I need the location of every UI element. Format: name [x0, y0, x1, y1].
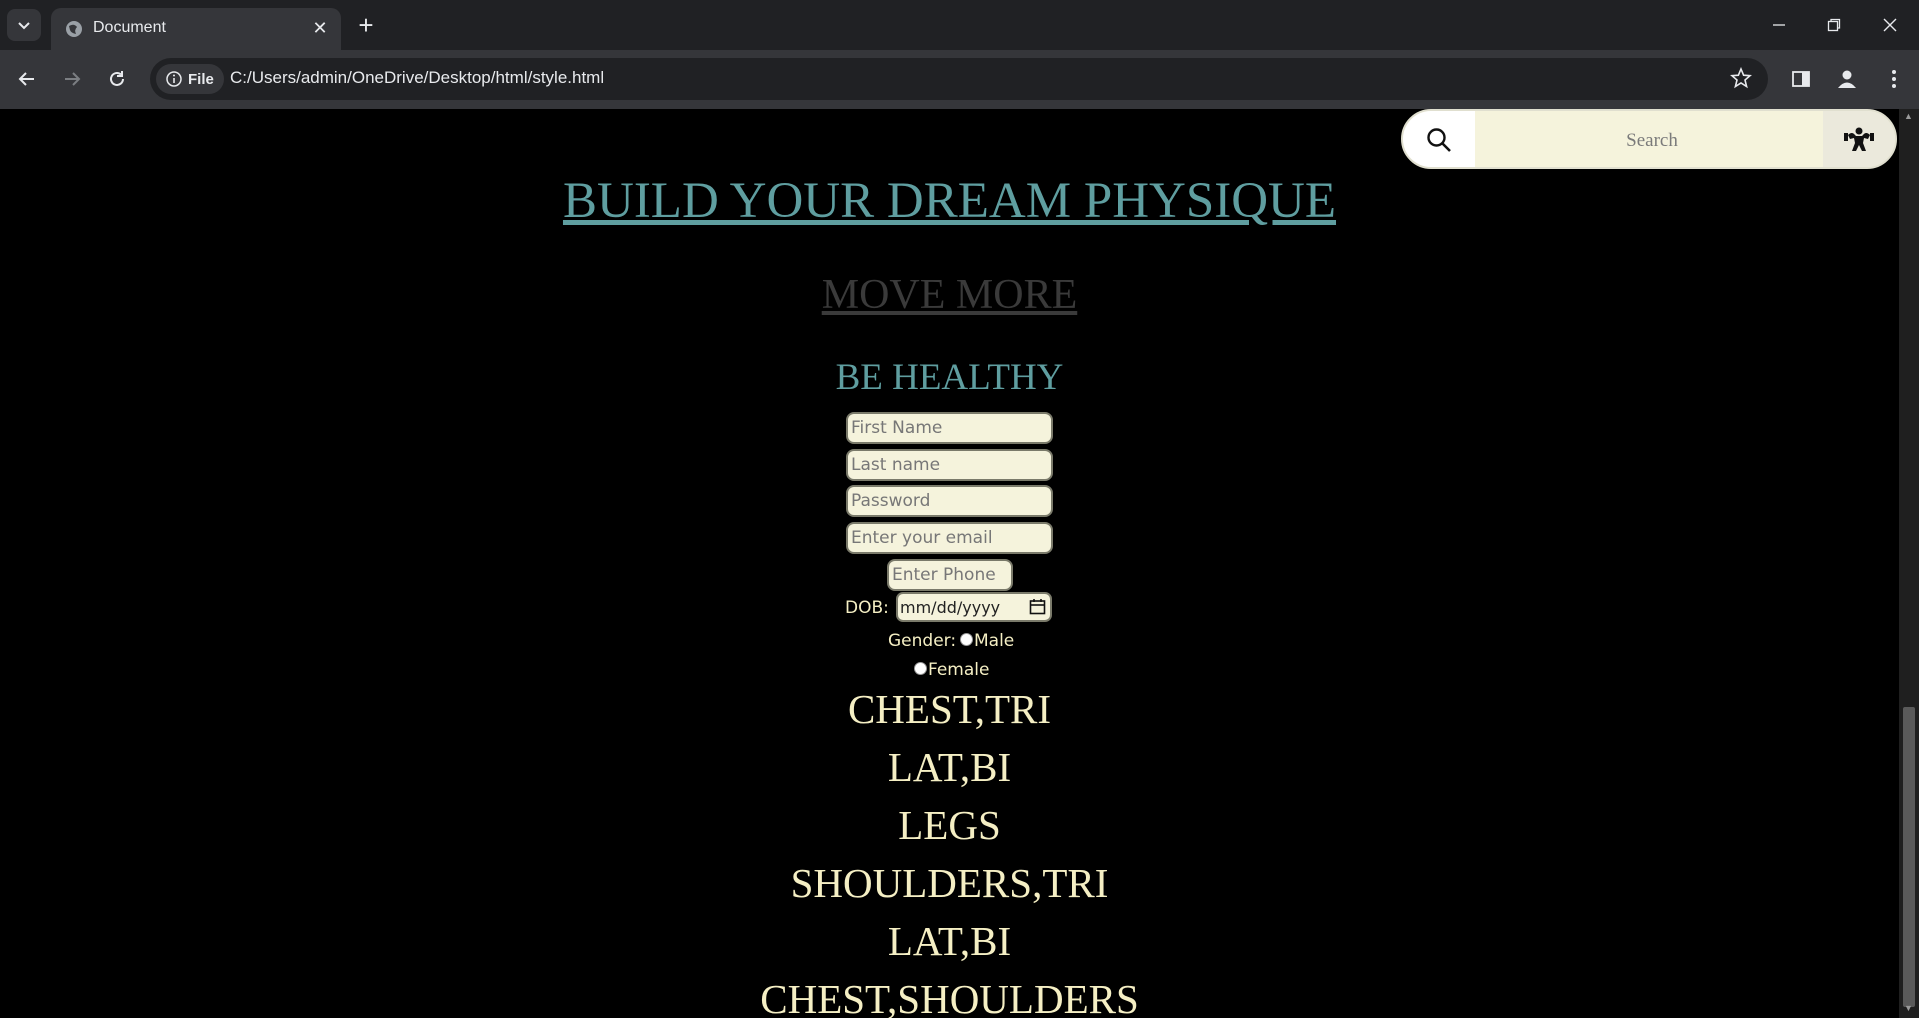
restore-button[interactable]: [1806, 0, 1862, 50]
tab-strip: Document ✕ +: [0, 0, 1919, 50]
password-field[interactable]: [846, 485, 1053, 517]
minimize-button[interactable]: [1751, 0, 1807, 50]
tagline: BE HEALTHY: [835, 357, 1064, 398]
gym-logo[interactable]: [1823, 111, 1895, 167]
search-icon: [1427, 128, 1451, 152]
page-subtitle[interactable]: MOVE MORE: [0, 271, 1899, 319]
chevron-down-icon: [18, 22, 30, 30]
page-scrollbar[interactable]: ▲ ▼: [1899, 109, 1919, 1018]
restore-icon: [1827, 18, 1841, 32]
male-radio[interactable]: [960, 633, 973, 646]
new-tab-button[interactable]: +: [351, 10, 381, 40]
email-field[interactable]: [846, 522, 1053, 554]
workout-item: CHEST,TRI: [847, 686, 1052, 732]
profile-button[interactable]: [1830, 62, 1864, 96]
more-vert-icon: [1892, 70, 1896, 88]
reload-button[interactable]: [100, 62, 134, 96]
url-text[interactable]: C:/Users/admin/OneDrive/Desktop/html/sty…: [230, 68, 604, 88]
arrow-right-icon: [65, 72, 81, 86]
close-window-button[interactable]: [1862, 0, 1918, 50]
gender-label: Gender:: [888, 631, 957, 651]
tab-search-button[interactable]: [7, 9, 41, 41]
back-button[interactable]: [10, 62, 44, 96]
info-icon: [166, 71, 182, 87]
arrow-left-icon: [18, 72, 34, 86]
address-bar[interactable]: File C:/Users/admin/OneDrive/Desktop/htm…: [150, 58, 1768, 100]
file-chip-label: File: [188, 70, 214, 88]
male-label: Male: [974, 631, 1015, 651]
side-panel-button[interactable]: [1784, 62, 1818, 96]
female-label: Female: [928, 660, 990, 680]
star-icon: [1730, 66, 1752, 89]
scrollbar-thumb[interactable]: [1903, 707, 1915, 1007]
first-name-field[interactable]: [846, 412, 1053, 444]
last-name-field[interactable]: [846, 449, 1053, 481]
side-panel-icon: [1792, 71, 1810, 87]
forward-button[interactable]: [55, 62, 89, 96]
workout-item: LAT,BI: [887, 918, 1012, 964]
bodybuilder-icon: [1844, 127, 1874, 151]
phone-field[interactable]: [887, 559, 1013, 591]
workout-item: LAT,BI: [887, 744, 1012, 790]
search-input[interactable]: [1475, 111, 1829, 167]
female-radio[interactable]: [914, 662, 927, 675]
scroll-up-arrow-icon[interactable]: ▲: [1904, 111, 1913, 121]
site-info-chip[interactable]: File: [156, 64, 224, 94]
minimize-icon: [1773, 24, 1785, 26]
workout-item: CHEST,SHOULDERS: [760, 976, 1139, 1018]
page-viewport: BUILD YOUR DREAM PHYSIQUE MOVE MORE BE H…: [0, 109, 1899, 1018]
globe-icon: [66, 21, 82, 37]
page-title[interactable]: BUILD YOUR DREAM PHYSIQUE: [0, 172, 1899, 230]
browser-toolbar: File C:/Users/admin/OneDrive/Desktop/htm…: [0, 50, 1919, 109]
workout-item: SHOULDERS,TRI: [790, 860, 1109, 906]
dob-value: mm/dd/yyyy: [900, 598, 1001, 617]
reload-icon: [110, 71, 124, 86]
search-button[interactable]: [1403, 111, 1475, 167]
bookmark-button[interactable]: [1730, 66, 1752, 94]
close-icon: [1883, 18, 1897, 32]
dob-field[interactable]: mm/dd/yyyy: [896, 592, 1052, 622]
close-tab-icon[interactable]: ✕: [309, 17, 331, 39]
calendar-icon[interactable]: [1029, 598, 1046, 615]
scroll-down-arrow-icon[interactable]: ▼: [1904, 1003, 1913, 1013]
dob-label: DOB:: [845, 598, 889, 618]
tab-document[interactable]: Document ✕: [51, 8, 341, 50]
tab-title: Document: [93, 19, 166, 36]
workout-item: LEGS: [898, 802, 1001, 848]
search-bar: [1401, 109, 1897, 169]
menu-button[interactable]: [1877, 62, 1911, 96]
profile-icon: [1838, 70, 1856, 88]
